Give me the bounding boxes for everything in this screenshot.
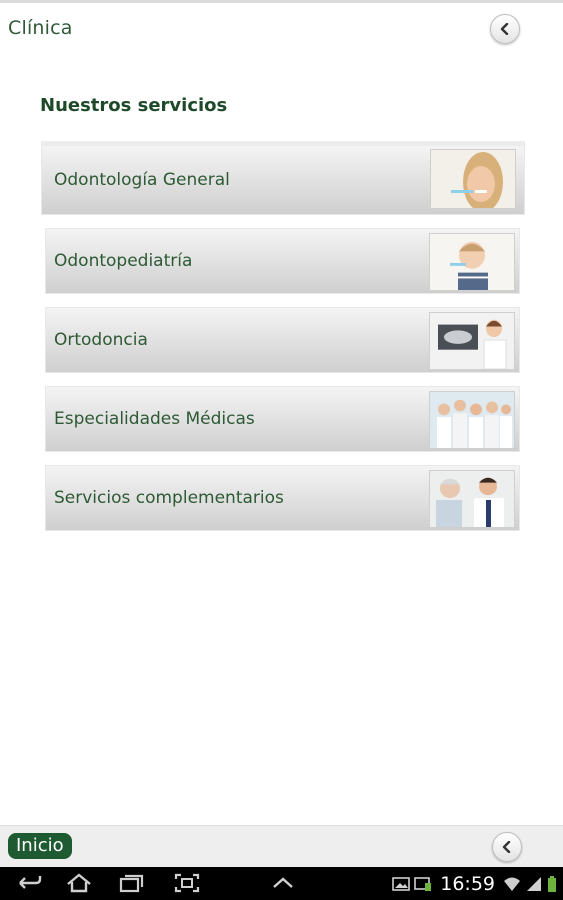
status-area: 16:59	[390, 867, 563, 900]
wifi-icon	[503, 876, 521, 892]
service-label: Ortodoncia	[54, 330, 148, 350]
battery-icon	[547, 875, 557, 892]
clock: 16:59	[440, 872, 495, 895]
gallery-icon	[392, 876, 411, 892]
header-back-button[interactable]	[490, 14, 520, 44]
home-button[interactable]: Inicio	[8, 833, 72, 859]
back-arrow-icon[interactable]	[14, 873, 44, 893]
service-item-odontologia-general[interactable]: Odontología General	[41, 141, 525, 215]
service-image-medical-team	[429, 391, 515, 449]
service-label: Odontología General	[54, 170, 230, 190]
service-label: Odontopediatría	[54, 251, 193, 271]
services-list: Odontología General Odontopediatría Orto…	[41, 141, 525, 544]
section-title: Nuestros servicios	[40, 95, 228, 116]
home-icon[interactable]	[64, 873, 94, 893]
screenshot-icon[interactable]	[172, 873, 202, 893]
caret-up-icon[interactable]	[268, 873, 298, 893]
service-image-doctor-patient	[429, 470, 515, 528]
service-image-xray	[429, 312, 515, 370]
signal-icon	[525, 876, 543, 892]
page-title: Clínica	[8, 17, 73, 39]
recent-apps-icon[interactable]	[116, 873, 146, 893]
service-item-servicios-complementarios[interactable]: Servicios complementarios	[45, 465, 520, 531]
service-item-ortodoncia[interactable]: Ortodoncia	[45, 307, 520, 373]
system-navigation-bar: 16:59	[0, 867, 563, 900]
chevron-left-icon	[502, 841, 511, 853]
chevron-left-icon	[500, 23, 509, 35]
service-image-woman-smiling	[430, 149, 516, 209]
cast-icon	[414, 876, 432, 892]
service-item-odontopediatria[interactable]: Odontopediatría	[45, 228, 520, 294]
service-label: Especialidades Médicas	[54, 409, 255, 429]
footer-back-button[interactable]	[492, 832, 522, 862]
service-item-especialidades-medicas[interactable]: Especialidades Médicas	[45, 386, 520, 452]
bottom-toolbar: Inicio	[0, 825, 563, 868]
service-image-child	[429, 233, 515, 291]
app-header: Clínica	[0, 3, 563, 53]
service-label: Servicios complementarios	[54, 488, 284, 508]
